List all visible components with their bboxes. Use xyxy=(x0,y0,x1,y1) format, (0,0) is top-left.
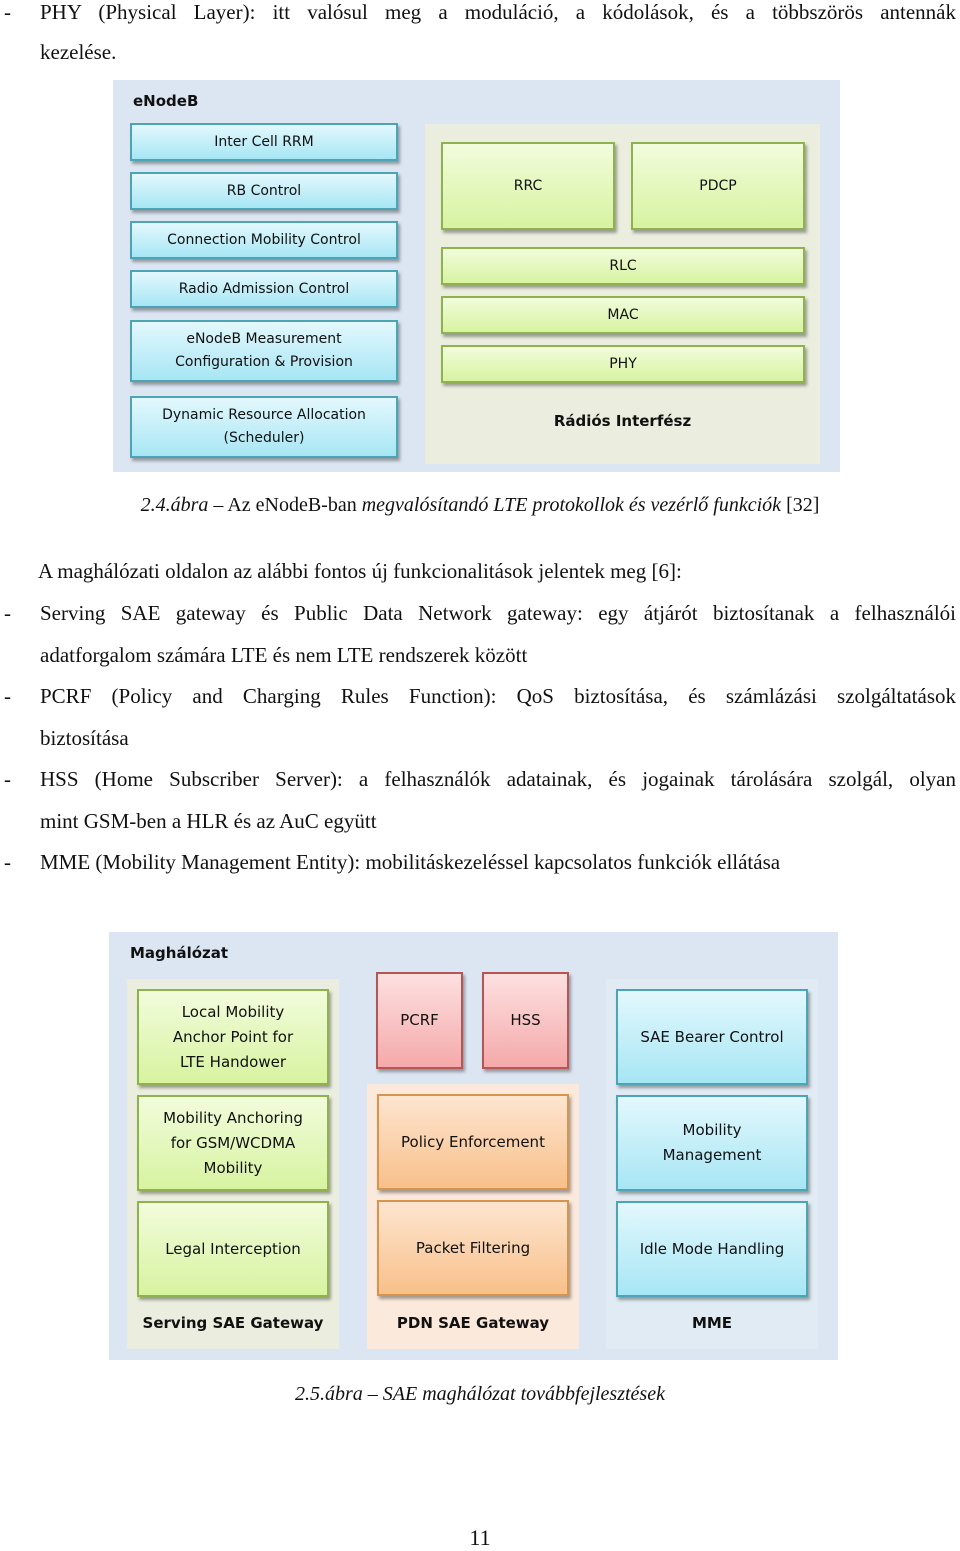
caption-italic: megvalósítandó LTE protokollok és vezérl… xyxy=(361,494,782,516)
protocol-layer: PHY xyxy=(441,345,805,383)
function-box: Policy Enforcement xyxy=(377,1094,569,1190)
bullet-item: - PCRF (Policy and Charging Rules Functi… xyxy=(0,686,960,708)
function-box: RB Control xyxy=(130,172,398,210)
function-box: Idle Mode Handling xyxy=(616,1201,808,1297)
enodeb-diagram: eNodeB Inter Cell RRM RB Control Connect… xyxy=(113,80,840,472)
bullet-line1: HSS (Home Subscriber Server): a felhaszn… xyxy=(40,767,956,791)
function-box: Local Mobility Anchor Point for LTE Hand… xyxy=(137,989,329,1085)
pcrf-box: PCRF xyxy=(376,972,463,1069)
phy-bullet: - PHY (Physical Layer): itt valósul meg … xyxy=(0,2,960,24)
phy-bullet-line2: kezelése. xyxy=(40,40,117,64)
bullet-line2: mint GSM-ben a HLR és az AuC együtt xyxy=(40,809,377,833)
bullet-dash: - xyxy=(4,601,11,625)
pdn-gateway-panel: Policy Enforcement Packet Filtering PDN … xyxy=(367,1084,579,1349)
serving-gateway-label: Serving SAE Gateway xyxy=(142,1314,324,1332)
caption-ref: [32] xyxy=(781,494,820,516)
figure1-caption: 2.4.ábra – Az eNodeB-ban megvalósítandó … xyxy=(0,494,960,517)
diagram-title: Maghálózat xyxy=(130,944,229,962)
function-box: Packet Filtering xyxy=(377,1200,569,1296)
phy-bullet-line1: PHY (Physical Layer): itt valósul meg a … xyxy=(40,0,956,24)
bullet-line1: PCRF (Policy and Charging Rules Function… xyxy=(40,684,956,708)
bullet-line1: MME (Mobility Management Entity): mobili… xyxy=(40,850,781,874)
bullet-dash: - xyxy=(4,767,11,791)
bullet-line2: adatforgalom számára LTE és nem LTE rend… xyxy=(40,643,528,667)
protocol-box: PDCP xyxy=(631,142,805,230)
core-network-diagram: Maghálózat Local Mobility Anchor Point f… xyxy=(109,932,838,1360)
page-number: 11 xyxy=(469,1525,491,1550)
function-box: eNodeB Measurement Configuration & Provi… xyxy=(130,320,398,382)
bullet-line1: Serving SAE gateway és Public Data Netwo… xyxy=(40,601,956,625)
function-box: Mobility Anchoring for GSM/WCDMA Mobilit… xyxy=(137,1095,329,1191)
serving-gateway-panel: Local Mobility Anchor Point for LTE Hand… xyxy=(127,979,339,1349)
function-box: Radio Admission Control xyxy=(130,270,398,308)
function-box: Inter Cell RRM xyxy=(130,123,398,161)
function-box: SAE Bearer Control xyxy=(616,989,808,1085)
mme-label: MME xyxy=(691,1314,733,1332)
caption-number: 2.4.ábra xyxy=(140,494,209,516)
protocol-box: RRC xyxy=(441,142,615,230)
bullet-line2: biztosítása xyxy=(40,726,129,750)
bullet-dash: - xyxy=(4,684,11,708)
figure2-caption: 2.5.ábra – SAE maghálózat továbbfejleszt… xyxy=(295,1383,665,1405)
pdn-gateway-label: PDN SAE Gateway xyxy=(396,1314,550,1332)
caption-dash: – xyxy=(208,494,228,516)
protocol-layer: MAC xyxy=(441,296,805,334)
caption-text: Az eNodeB-ban xyxy=(227,494,362,516)
hss-box: HSS xyxy=(482,972,569,1069)
radio-interface-panel: RRC PDCP RLC MAC PHY Rádiós Interfész xyxy=(425,124,820,464)
function-box: Connection Mobility Control xyxy=(130,221,398,259)
bullet-dash: - xyxy=(4,850,11,874)
mme-panel: SAE Bearer Control Mobility Management I… xyxy=(606,979,818,1349)
function-box: Legal Interception xyxy=(137,1201,329,1297)
bullet-dash: - xyxy=(4,0,11,24)
function-box: Dynamic Resource Allocation (Scheduler) xyxy=(130,396,398,458)
radio-interface-label: Rádiós Interfész xyxy=(553,412,692,430)
bullet-item: - Serving SAE gateway és Public Data Net… xyxy=(0,603,960,625)
bullet-item: - HSS (Home Subscriber Server): a felhas… xyxy=(0,769,960,791)
diagram-title: eNodeB xyxy=(133,92,199,110)
protocol-layer: RLC xyxy=(441,247,805,285)
function-box: Mobility Management xyxy=(616,1095,808,1191)
body-intro: A maghálózati oldalon az alábbi fontos ú… xyxy=(38,559,682,583)
